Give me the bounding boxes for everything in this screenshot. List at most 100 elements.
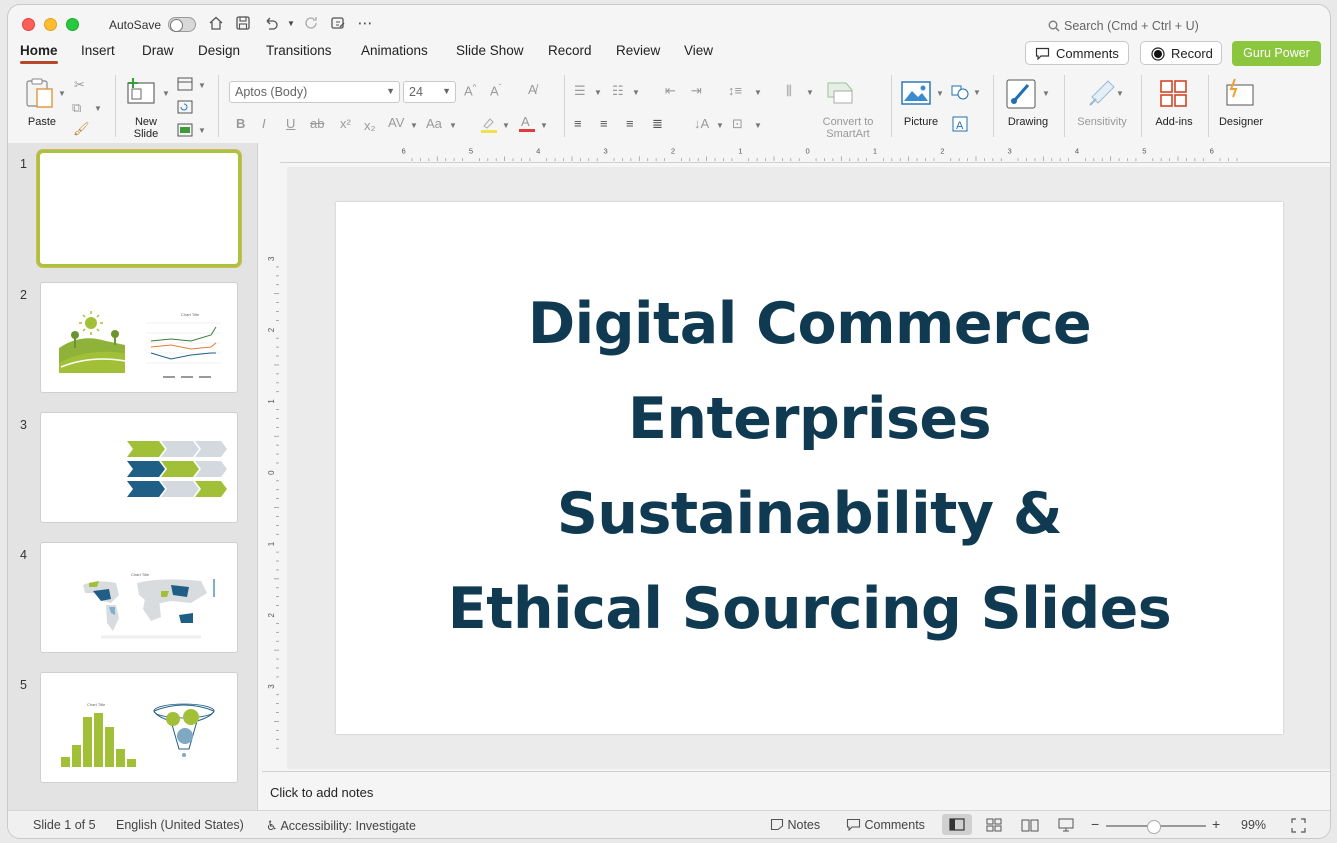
drawing-icon[interactable]	[1006, 79, 1038, 112]
normal-view-button[interactable]	[942, 814, 972, 835]
text-direction-icon[interactable]: ↓A	[694, 116, 709, 131]
align-left-icon[interactable]: ≡	[574, 116, 582, 131]
accessibility-status[interactable]: ♿︎ Accessibility: Investigate	[266, 818, 416, 834]
new-slide-icon[interactable]	[126, 77, 158, 110]
paste-chevron-icon[interactable]: ▼	[58, 89, 66, 98]
more-icon[interactable]: ⋯	[356, 15, 374, 33]
paste-icon[interactable]	[24, 77, 56, 112]
guru-power-button[interactable]: Guru Power	[1232, 41, 1321, 66]
present-icon[interactable]	[329, 15, 347, 33]
strikethrough-icon[interactable]: ab	[310, 116, 324, 131]
text-box-icon[interactable]: A	[951, 115, 969, 136]
tab-design[interactable]: Design	[198, 43, 240, 58]
record-button[interactable]: Record	[1140, 41, 1222, 65]
paste-label[interactable]: Paste	[22, 116, 62, 128]
language-status[interactable]: English (United States)	[116, 818, 244, 832]
numbering-chevron-icon[interactable]: ▼	[632, 88, 640, 97]
align-right-icon[interactable]: ≡	[626, 116, 634, 131]
line-spacing-chevron-icon[interactable]: ▼	[754, 88, 762, 97]
tab-draw[interactable]: Draw	[142, 43, 174, 58]
shapes-chevron-icon[interactable]: ▼	[973, 88, 981, 97]
comments-toggle[interactable]: Comments	[846, 818, 925, 832]
drawing-label[interactable]: Drawing	[1004, 116, 1052, 128]
search-box[interactable]: Search (Cmd + Ctrl + U)	[1048, 19, 1199, 33]
redo-icon[interactable]	[302, 15, 320, 33]
fit-to-window-button[interactable]	[1291, 818, 1306, 836]
italic-icon[interactable]: I	[262, 116, 266, 131]
justify-icon[interactable]: ≣	[652, 116, 663, 132]
character-spacing-icon[interactable]: AV	[388, 115, 404, 130]
close-window-button[interactable]	[22, 18, 35, 31]
drawing-chevron-icon[interactable]: ▼	[1042, 89, 1050, 98]
columns-icon[interactable]: ⫼	[786, 83, 792, 99]
bullets-chevron-icon[interactable]: ▼	[594, 88, 602, 97]
slide-thumbnail-3[interactable]	[40, 412, 238, 523]
tab-slide-show[interactable]: Slide Show	[456, 43, 524, 58]
section-icon[interactable]	[177, 123, 193, 140]
current-slide[interactable]: Digital Commerce Enterprises Sustainabil…	[336, 202, 1283, 734]
tab-record[interactable]: Record	[548, 43, 592, 58]
highlight-icon[interactable]	[480, 115, 498, 136]
picture-label[interactable]: Picture	[898, 116, 944, 128]
align-text-chevron-icon[interactable]: ▼	[754, 121, 762, 130]
clear-formatting-icon[interactable]: A̸	[528, 82, 537, 97]
tab-insert[interactable]: Insert	[81, 43, 115, 58]
undo-icon[interactable]	[262, 15, 280, 33]
slide-thumbnail-1[interactable]	[37, 150, 241, 267]
sensitivity-icon[interactable]	[1088, 77, 1116, 110]
reading-view-button[interactable]	[1021, 818, 1039, 835]
new-slide-chevron-icon[interactable]: ▼	[162, 89, 170, 98]
line-spacing-icon[interactable]: ↕≡	[728, 83, 742, 98]
increase-indent-icon[interactable]: ⇥	[691, 83, 702, 99]
zoom-slider-handle[interactable]	[1147, 820, 1161, 834]
designer-icon[interactable]	[1224, 77, 1256, 112]
decrease-indent-icon[interactable]: ⇤	[665, 83, 676, 99]
align-center-icon[interactable]: ≡	[600, 116, 608, 131]
columns-chevron-icon[interactable]: ▼	[806, 88, 814, 97]
font-color-icon[interactable]: A	[518, 114, 536, 135]
sensitivity-chevron-icon[interactable]: ▼	[1116, 89, 1124, 98]
font-size-select[interactable]: 24 ▼	[403, 81, 456, 103]
tab-animations[interactable]: Animations	[361, 43, 428, 58]
comments-button[interactable]: Comments	[1025, 41, 1129, 65]
undo-dropdown-chevron-icon[interactable]: ▼	[282, 15, 300, 33]
slide-thumbnail-panel[interactable]: 1 2 Chart Title 3 4 Chart Title 5 Chart …	[8, 143, 258, 810]
designer-label[interactable]: Designer	[1214, 116, 1268, 128]
slide-thumbnail-2[interactable]: Chart Title	[40, 282, 238, 393]
notes-pane[interactable]: Click to add notes	[262, 771, 1330, 810]
slide-title[interactable]: Digital Commerce Enterprises Sustainabil…	[336, 277, 1283, 657]
format-painter-icon[interactable]: 🖌	[73, 121, 90, 137]
shapes-icon[interactable]	[951, 83, 969, 104]
zoom-out-button[interactable]: −	[1091, 816, 1099, 832]
font-name-select[interactable]: Aptos (Body) ▼	[229, 81, 400, 103]
cut-icon[interactable]: ✂	[74, 77, 85, 93]
superscript-icon[interactable]: x²	[340, 116, 351, 131]
bold-icon[interactable]: B	[236, 116, 245, 131]
add-ins-icon[interactable]	[1159, 79, 1189, 112]
text-direction-chevron-icon[interactable]: ▼	[716, 121, 724, 130]
copy-chevron-icon[interactable]: ▼	[94, 104, 102, 113]
section-chevron-icon[interactable]: ▼	[198, 126, 206, 135]
slide-sorter-button[interactable]	[986, 818, 1002, 835]
convert-smartart-label-2[interactable]: SmartArt	[814, 128, 882, 140]
minimize-window-button[interactable]	[44, 18, 57, 31]
subscript-icon[interactable]: x₂	[364, 118, 376, 133]
zoom-in-button[interactable]: +	[1212, 816, 1220, 832]
tab-transitions[interactable]: Transitions	[266, 43, 332, 58]
character-spacing-chevron-icon[interactable]: ▼	[410, 121, 418, 130]
change-case-chevron-icon[interactable]: ▼	[449, 121, 457, 130]
slide-thumbnail-5[interactable]: Chart Title	[40, 672, 238, 783]
smartart-icon[interactable]	[826, 79, 856, 108]
layout-chevron-icon[interactable]: ▼	[198, 81, 206, 90]
new-slide-label-2[interactable]: Slide	[128, 128, 164, 140]
tab-review[interactable]: Review	[616, 43, 660, 58]
numbering-icon[interactable]: ☷	[612, 83, 624, 99]
home-icon[interactable]	[207, 15, 225, 33]
reset-slide-icon[interactable]	[177, 100, 193, 117]
underline-icon[interactable]: U	[286, 116, 295, 131]
decrease-font-icon[interactable]: Aˇ	[490, 83, 501, 98]
new-slide-label-1[interactable]: New	[128, 116, 164, 128]
highlight-chevron-icon[interactable]: ▼	[502, 121, 510, 130]
layout-icon[interactable]	[177, 77, 193, 94]
align-text-icon[interactable]: ⊡	[732, 116, 743, 132]
